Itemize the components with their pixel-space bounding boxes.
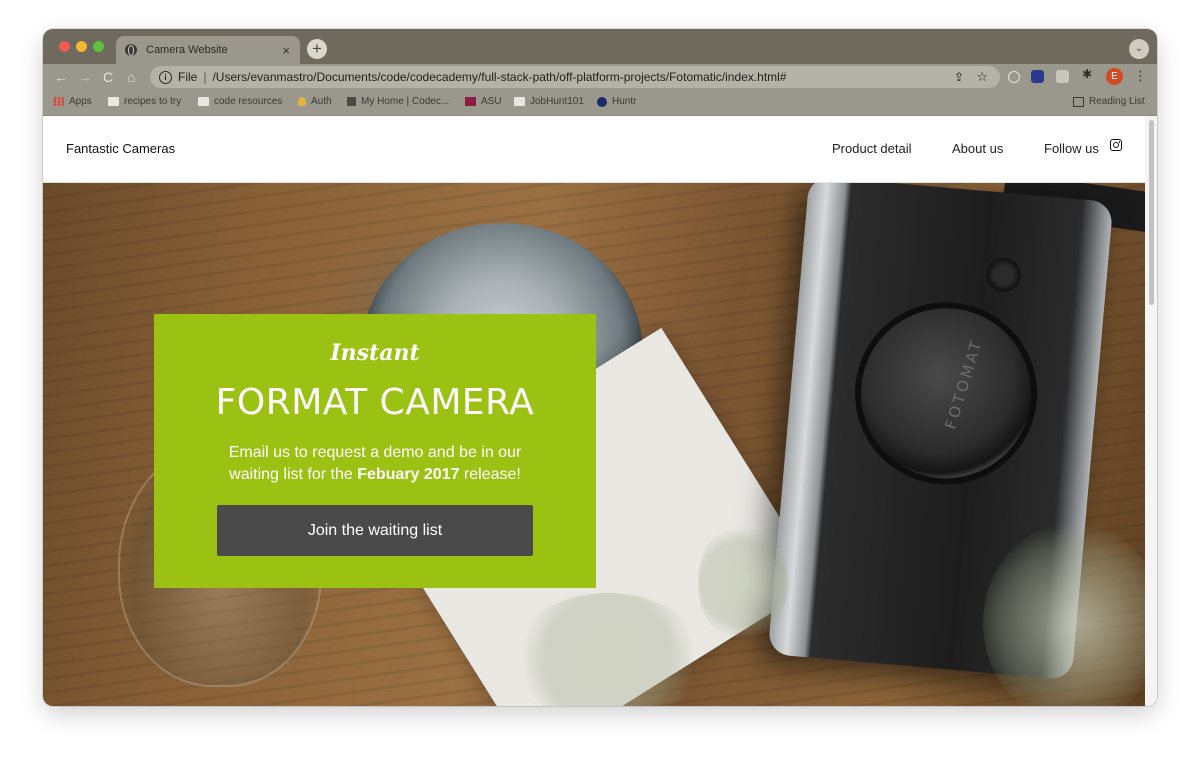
home-icon[interactable]: ⌂ bbox=[127, 68, 135, 86]
bookmark-recipes-to-try[interactable]: recipes to try bbox=[108, 96, 181, 107]
asu-icon bbox=[465, 97, 476, 106]
bookmark-label: ASU bbox=[481, 96, 502, 107]
bookmark-huntr[interactable]: Huntr bbox=[597, 96, 636, 107]
extension-icon[interactable] bbox=[1031, 70, 1044, 83]
profile-avatar[interactable]: E bbox=[1106, 68, 1123, 85]
hand-icon bbox=[298, 97, 306, 106]
tab-strip: Camera Website × + ⌄ bbox=[43, 29, 1157, 64]
reading-list-icon bbox=[1073, 96, 1084, 107]
nav-link-about-us[interactable]: About us bbox=[952, 141, 1003, 156]
minimize-window-button[interactable] bbox=[76, 41, 87, 52]
page-scrollbar[interactable] bbox=[1145, 116, 1157, 706]
bookmark-label: Auth bbox=[311, 96, 332, 107]
codecademy-icon bbox=[347, 97, 356, 106]
join-waiting-list-button[interactable]: Join the waiting list bbox=[217, 505, 533, 556]
browser-toolbar: ← → C ⌂ i File | /Users/evanmastro/Docum… bbox=[43, 64, 1157, 90]
promo-script-word: Instant bbox=[330, 340, 420, 366]
browser-menu-icon[interactable]: ⋮ bbox=[1134, 68, 1147, 84]
apps-grid-icon bbox=[53, 97, 64, 106]
promo-card: Instant FORMAT CAMERA Email us to reques… bbox=[154, 314, 596, 588]
url-separator: | bbox=[203, 70, 207, 84]
bookmark-jobhunt101[interactable]: JobHunt101 bbox=[514, 96, 584, 107]
tab-camera-website[interactable]: Camera Website × bbox=[116, 36, 300, 64]
bookmarks-bar: Apps recipes to try code resources Auth … bbox=[43, 90, 1157, 116]
react-devtools-icon[interactable] bbox=[1008, 71, 1020, 83]
hero-section: FOTOMAT Instant FORMAT CAMERA Email us t… bbox=[43, 183, 1145, 706]
scrollbar-thumb[interactable] bbox=[1149, 120, 1154, 305]
promo-release-date: Febuary 2017 bbox=[357, 466, 460, 483]
browser-window: Camera Website × + ⌄ ← → C ⌂ i File | /U… bbox=[43, 29, 1157, 706]
nav-link-follow-us[interactable]: Follow us bbox=[1044, 141, 1099, 156]
bookmark-label: JobHunt101 bbox=[530, 96, 584, 107]
address-bar[interactable]: i File | /Users/evanmastro/Documents/cod… bbox=[150, 66, 1000, 88]
bookmark-label: code resources bbox=[214, 96, 283, 107]
camera-lens-cap bbox=[853, 301, 1039, 486]
back-arrow-icon[interactable]: ← bbox=[54, 68, 68, 86]
tab-close-icon[interactable]: × bbox=[282, 43, 290, 58]
bookmark-label: My Home | Codec... bbox=[361, 96, 450, 107]
bookmark-asu[interactable]: ASU bbox=[465, 96, 502, 107]
url-text[interactable]: /Users/evanmastro/Documents/code/codecad… bbox=[212, 70, 786, 84]
blurred-flower bbox=[698, 523, 788, 643]
camera-dial bbox=[985, 256, 1022, 294]
share-icon[interactable]: ⇪ bbox=[954, 70, 964, 84]
folder-icon bbox=[108, 97, 119, 106]
folder-icon bbox=[514, 97, 525, 106]
promo-body-end: release! bbox=[459, 466, 521, 483]
reload-icon[interactable]: C bbox=[103, 68, 113, 86]
extension-k-icon[interactable] bbox=[1056, 70, 1069, 83]
bookmark-label: Apps bbox=[69, 96, 92, 107]
tab-search-button[interactable]: ⌄ bbox=[1129, 39, 1149, 59]
bookmark-apps[interactable]: Apps bbox=[53, 96, 92, 107]
reading-list-label: Reading List bbox=[1089, 96, 1145, 107]
bookmark-label: Huntr bbox=[612, 96, 637, 107]
bookmark-label: recipes to try bbox=[124, 96, 182, 107]
site-header: Fantastic Cameras Product detail About u… bbox=[43, 116, 1145, 183]
bookmark-my-home-codecademy[interactable]: My Home | Codec... bbox=[347, 96, 449, 107]
url-protocol: File bbox=[178, 70, 198, 84]
instagram-icon[interactable] bbox=[1110, 139, 1122, 151]
reading-list-button[interactable]: Reading List bbox=[1073, 96, 1145, 107]
promo-headline: FORMAT CAMERA bbox=[215, 382, 535, 423]
promo-body: Email us to request a demo and be in our… bbox=[214, 442, 536, 486]
new-tab-button[interactable]: + bbox=[307, 39, 327, 59]
bookmark-auth[interactable]: Auth bbox=[298, 96, 332, 107]
web-page: Fantastic Cameras Product detail About u… bbox=[43, 116, 1145, 706]
site-brand[interactable]: Fantastic Cameras bbox=[66, 141, 175, 156]
huntr-icon bbox=[597, 96, 607, 107]
info-icon[interactable]: i bbox=[159, 70, 172, 84]
close-window-button[interactable] bbox=[59, 41, 70, 52]
bookmark-star-icon[interactable]: ☆ bbox=[976, 69, 988, 85]
maximize-window-button[interactable] bbox=[93, 41, 104, 52]
globe-icon bbox=[125, 44, 137, 56]
forward-arrow-icon[interactable]: → bbox=[78, 68, 92, 86]
tab-title: Camera Website bbox=[146, 44, 228, 56]
folder-icon bbox=[198, 97, 209, 106]
nav-link-product-detail[interactable]: Product detail bbox=[832, 141, 912, 156]
extensions-puzzle-icon[interactable]: ✱ bbox=[1082, 67, 1092, 81]
bookmark-code-resources[interactable]: code resources bbox=[198, 96, 282, 107]
